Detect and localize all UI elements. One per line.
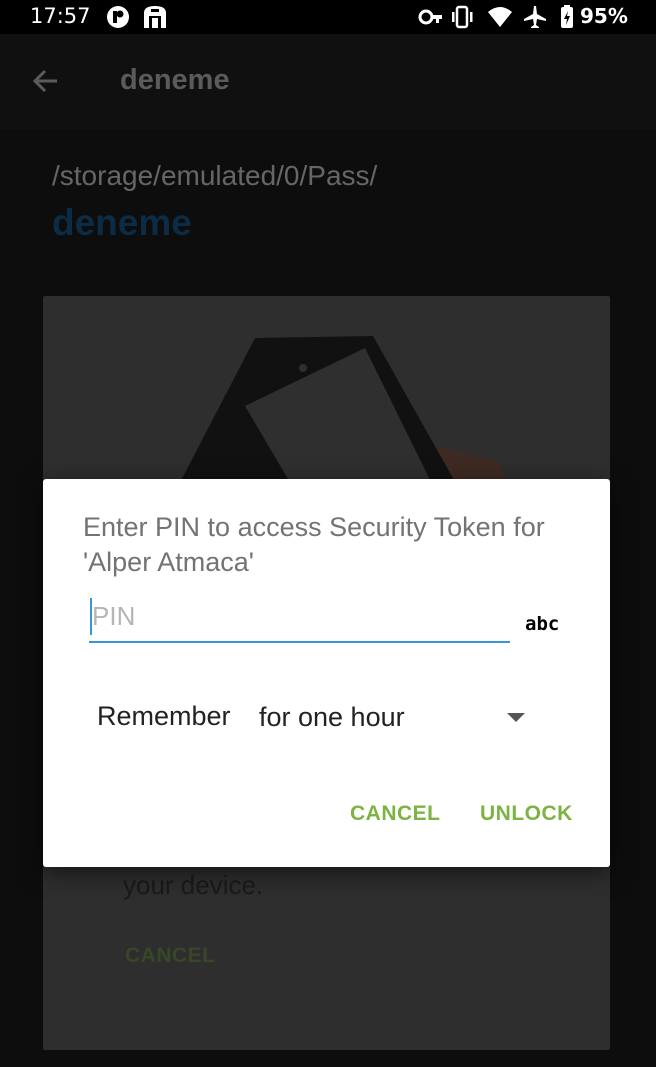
- remember-duration-dropdown[interactable]: for one hour: [251, 693, 541, 741]
- vpn-key-icon: [418, 9, 442, 25]
- dropdown-arrow-icon: [507, 713, 525, 722]
- app-bar: deneme: [0, 34, 656, 130]
- unlock-button[interactable]: UNLOCK: [480, 802, 573, 826]
- wifi-icon: [488, 7, 512, 27]
- airplane-mode-icon: [524, 6, 546, 28]
- pin-placeholder: PIN: [92, 601, 136, 631]
- battery-percent: 95%: [580, 4, 628, 28]
- status-time: 17:57: [30, 4, 91, 28]
- battery-charging-icon: [561, 5, 573, 28]
- app-title: deneme: [120, 64, 230, 96]
- keyboard-toggle-button[interactable]: abc: [525, 613, 559, 635]
- app-notification-icon: [107, 6, 129, 28]
- folder-path: /storage/emulated/0/Pass/: [52, 160, 378, 191]
- pin-dialog: Enter PIN to access Security Token for '…: [43, 479, 610, 867]
- entry-name: deneme: [52, 202, 192, 243]
- back-arrow-icon[interactable]: [30, 66, 60, 101]
- pin-input[interactable]: PIN: [89, 595, 510, 643]
- status-bar: 17:57 95%: [0, 0, 656, 34]
- vibrate-icon: [452, 5, 473, 29]
- card-cancel-button: CANCEL: [125, 944, 216, 967]
- remember-label: Remember: [97, 701, 231, 731]
- security-token-illustration: [173, 336, 513, 496]
- status-left-icons: [106, 4, 166, 35]
- remember-duration-value: for one hour: [259, 702, 405, 732]
- status-right-icons: [418, 4, 578, 35]
- card-text: your device.: [123, 870, 264, 900]
- app-notification-icon: [144, 6, 166, 28]
- cancel-button[interactable]: CANCEL: [350, 802, 441, 826]
- dialog-message: Enter PIN to access Security Token for '…: [83, 512, 545, 577]
